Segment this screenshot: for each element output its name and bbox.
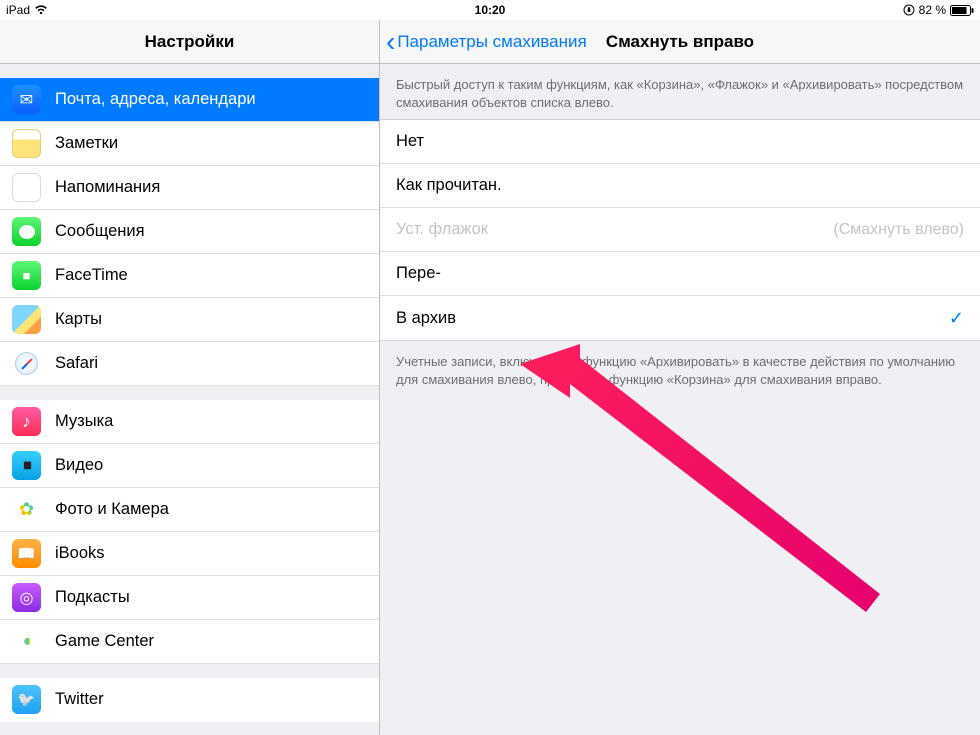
swipe-right-options: Нет Как прочитан. Уст. флажок (Смахнуть … <box>380 119 980 341</box>
messages-icon <box>12 217 41 246</box>
mail-icon <box>12 85 41 114</box>
sidebar-item-label: Напоминания <box>55 178 160 197</box>
photos-icon <box>12 495 41 524</box>
sidebar-item-ibooks[interactable]: iBooks <box>0 532 379 576</box>
option-move[interactable]: Пере- <box>380 252 980 296</box>
option-none[interactable]: Нет <box>380 120 980 164</box>
sidebar-item-safari[interactable]: Safari <box>0 342 379 386</box>
battery-text: 82 % <box>919 3 946 17</box>
option-label: Уст. флажок <box>396 220 488 239</box>
sidebar-item-podcasts[interactable]: Подкасты <box>0 576 379 620</box>
status-time: 10:20 <box>475 3 506 17</box>
music-icon <box>12 407 41 436</box>
ibooks-icon <box>12 539 41 568</box>
sidebar-item-reminders[interactable]: Напоминания <box>0 166 379 210</box>
sidebar-item-video[interactable]: Видео <box>0 444 379 488</box>
sidebar-item-label: Twitter <box>55 690 104 709</box>
sidebar-item-label: Сообщения <box>55 222 145 241</box>
sidebar-item-label: Почта, адреса, календари <box>55 90 256 109</box>
sidebar-item-notes[interactable]: Заметки <box>0 122 379 166</box>
sidebar-item-label: Game Center <box>55 632 154 651</box>
sidebar-item-maps[interactable]: Карты <box>0 298 379 342</box>
checkmark-icon: ✓ <box>949 308 964 329</box>
reminders-icon <box>12 173 41 202</box>
sidebar-scroll[interactable]: Почта, адреса, календари Заметки Напомин… <box>0 64 379 735</box>
sidebar-item-label: Подкасты <box>55 588 130 607</box>
sidebar-item-label: Фото и Камера <box>55 500 169 519</box>
detail-header: ‹ Параметры смахивания Смахнуть вправо <box>380 20 980 64</box>
section-footer-description: Учетные записи, включающие функцию «Архи… <box>380 341 980 396</box>
sidebar-item-photos[interactable]: Фото и Камера <box>0 488 379 532</box>
sidebar-item-label: Заметки <box>55 134 118 153</box>
facetime-icon <box>12 261 41 290</box>
maps-icon <box>12 305 41 334</box>
option-label: Пере- <box>396 264 441 283</box>
sidebar-item-messages[interactable]: Сообщения <box>0 210 379 254</box>
podcasts-icon <box>12 583 41 612</box>
chevron-left-icon: ‹ <box>386 28 395 56</box>
section-header-description: Быстрый доступ к таким функциям, как «Ко… <box>380 64 980 119</box>
sidebar-item-facetime[interactable]: FaceTime <box>0 254 379 298</box>
twitter-icon <box>12 685 41 714</box>
sidebar-item-gamecenter[interactable]: Game Center <box>0 620 379 664</box>
option-label: Как прочитан. <box>396 176 502 195</box>
back-label: Параметры смахивания <box>397 32 586 52</box>
option-archive[interactable]: В архив ✓ <box>380 296 980 340</box>
option-mark-read[interactable]: Как прочитан. <box>380 164 980 208</box>
option-label: В архив <box>396 309 456 328</box>
settings-sidebar: Настройки Почта, адреса, календари Замет… <box>0 20 380 735</box>
gamecenter-icon <box>12 627 41 656</box>
option-label: Нет <box>396 132 424 151</box>
detail-title: Смахнуть вправо <box>606 32 754 52</box>
battery-icon <box>950 5 974 16</box>
sidebar-item-label: FaceTime <box>55 266 128 285</box>
sidebar-header: Настройки <box>0 20 379 64</box>
sidebar-item-label: Safari <box>55 354 98 373</box>
sidebar-item-music[interactable]: Музыка <box>0 400 379 444</box>
status-bar: iPad 10:20 82 % <box>0 0 980 20</box>
detail-pane: ‹ Параметры смахивания Смахнуть вправо Б… <box>380 20 980 735</box>
notes-icon <box>12 129 41 158</box>
video-icon <box>12 451 41 480</box>
sidebar-title: Настройки <box>145 32 235 52</box>
safari-icon <box>12 349 41 378</box>
sidebar-item-twitter[interactable]: Twitter <box>0 678 379 722</box>
device-label: iPad <box>6 3 30 17</box>
sidebar-item-label: iBooks <box>55 544 105 563</box>
orientation-lock-icon <box>903 4 915 16</box>
sidebar-item-label: Музыка <box>55 412 113 431</box>
sidebar-item-mail[interactable]: Почта, адреса, календари <box>0 78 379 122</box>
sidebar-item-label: Видео <box>55 456 103 475</box>
back-button[interactable]: ‹ Параметры смахивания <box>380 28 587 56</box>
option-hint: (Смахнуть влево) <box>833 221 964 239</box>
wifi-icon <box>34 5 48 15</box>
option-flag: Уст. флажок (Смахнуть влево) <box>380 208 980 252</box>
sidebar-item-label: Карты <box>55 310 102 329</box>
